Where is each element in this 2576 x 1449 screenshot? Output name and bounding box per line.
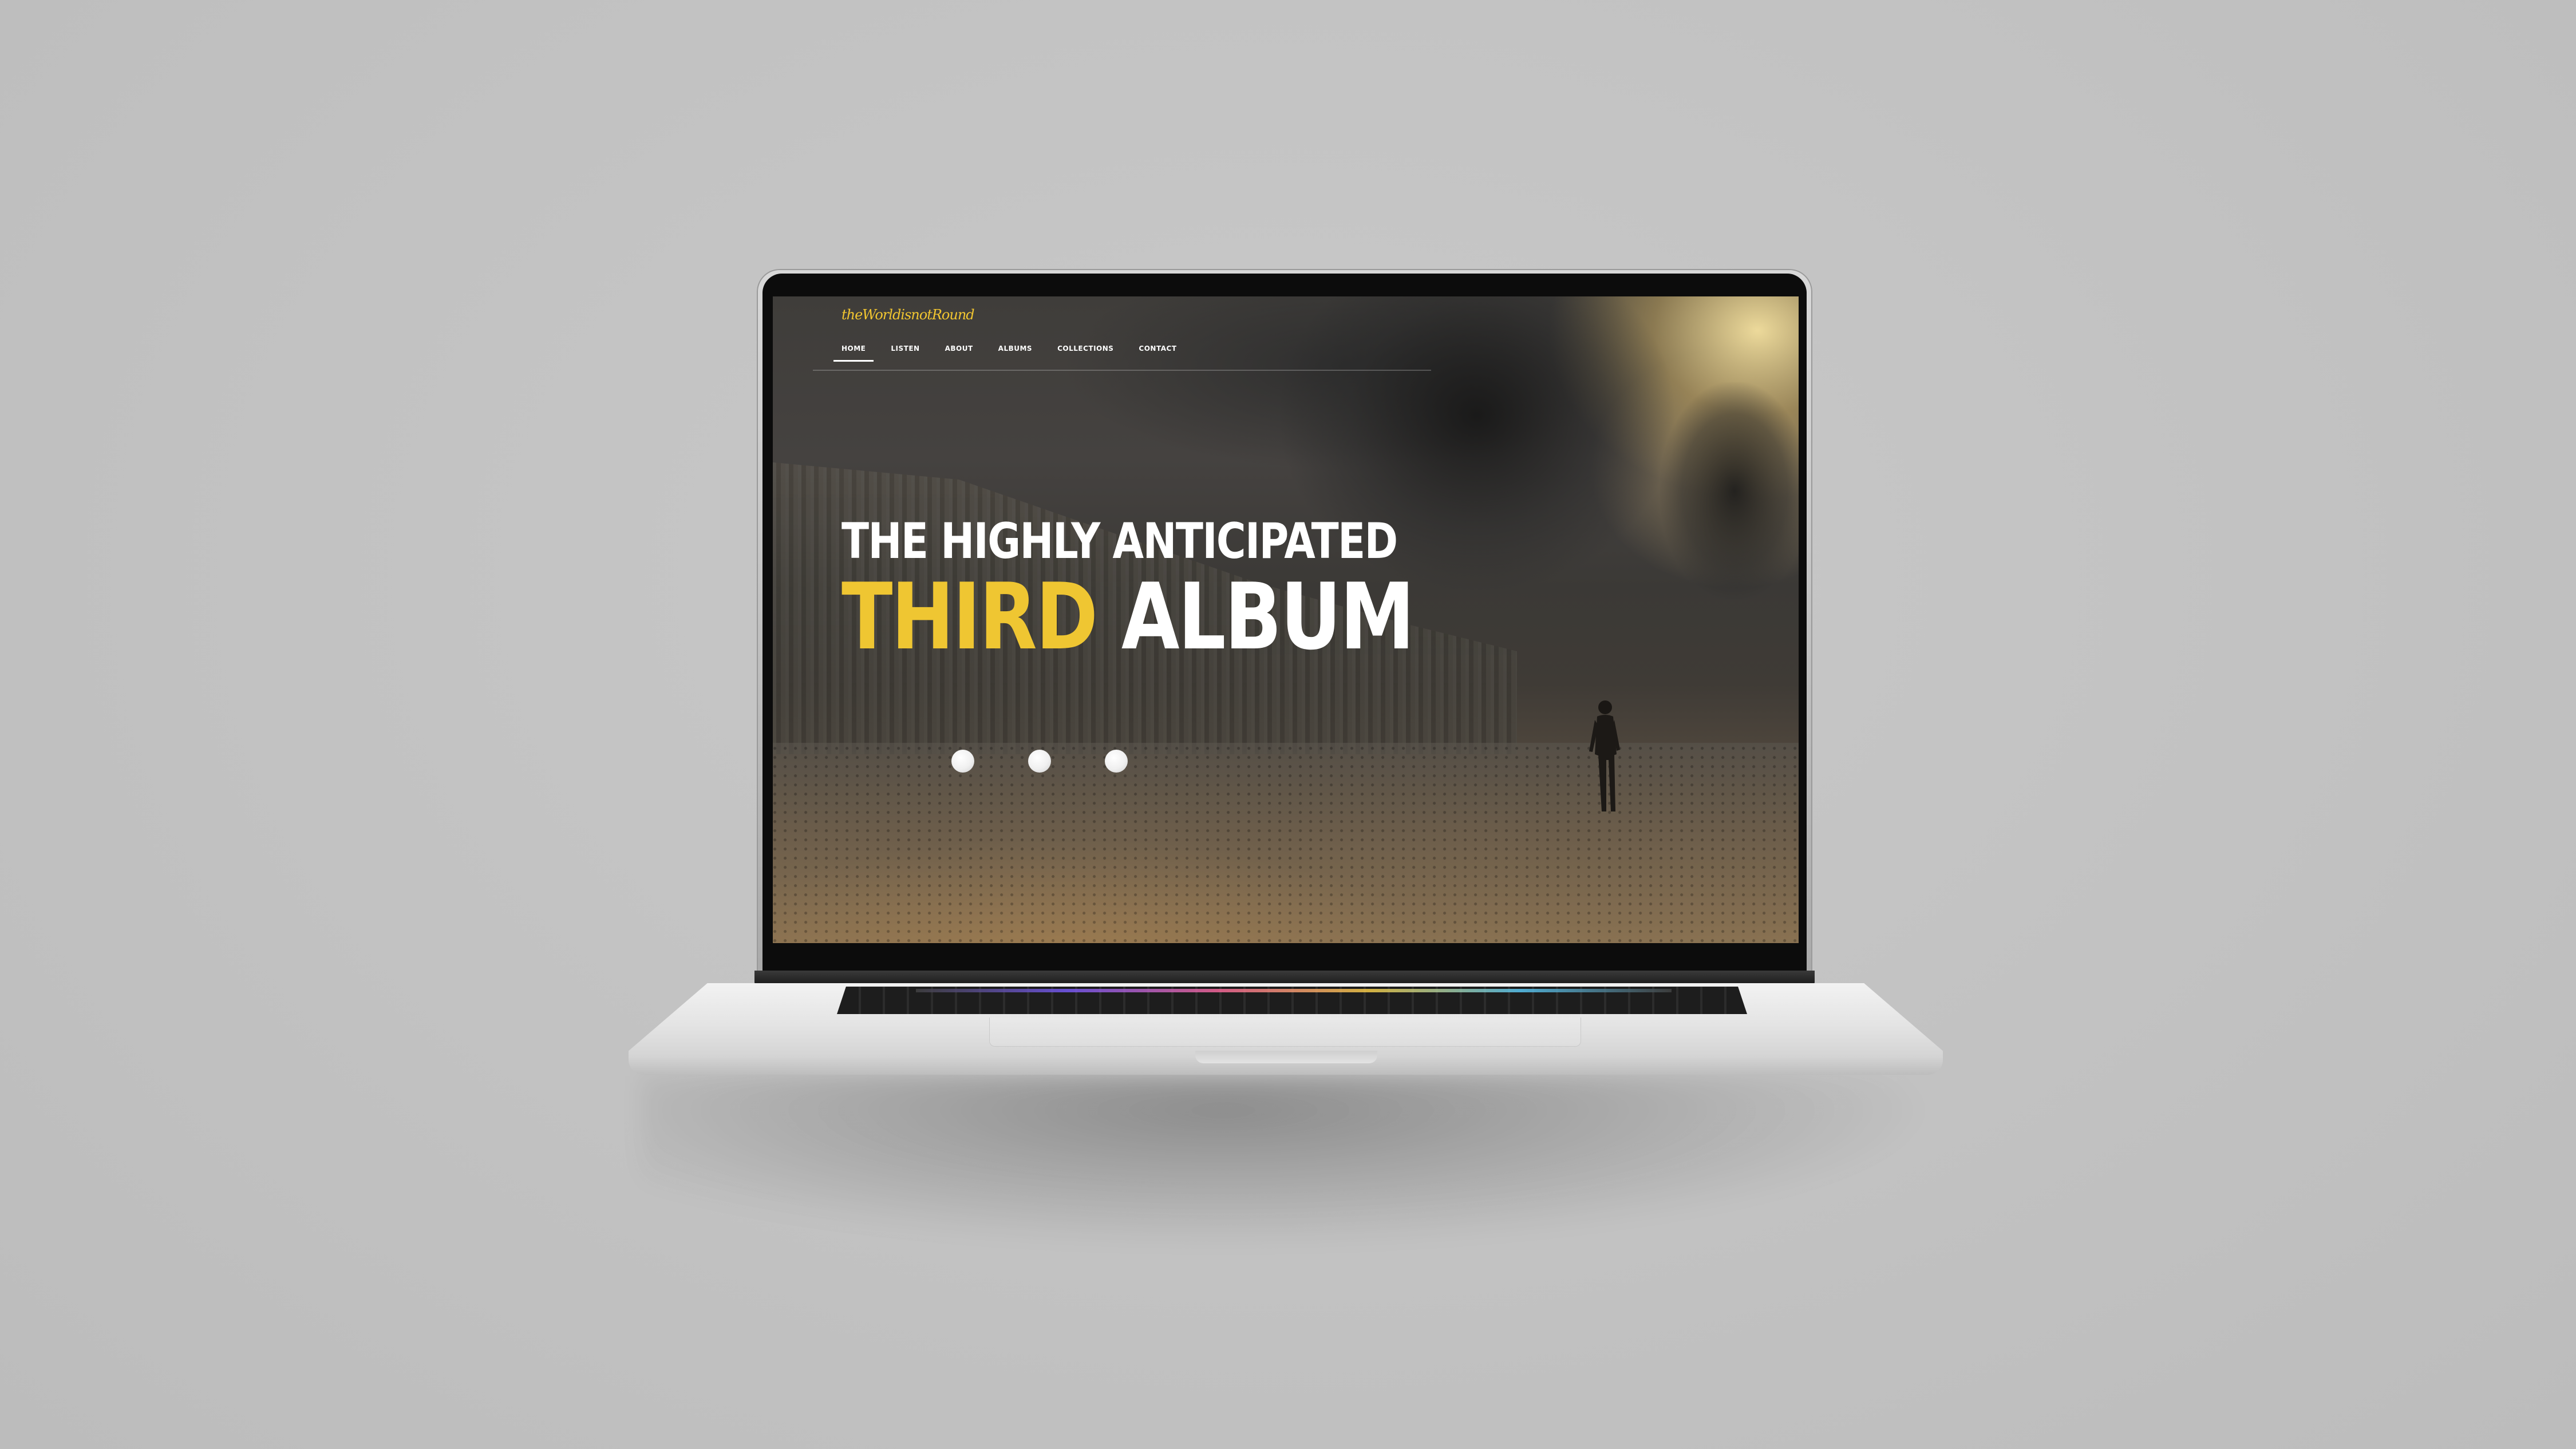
- storm-cloud: [1660, 382, 1799, 600]
- nav-divider: [813, 370, 1431, 371]
- hero-subtitle: THE HIGHLY ANTICIPATED: [841, 513, 1398, 570]
- laptop-screen: theWorldisnotRound HOME LISTEN ABOUT ALB…: [773, 296, 1799, 943]
- nav-item-listen[interactable]: LISTEN: [883, 345, 927, 362]
- nav-item-about[interactable]: ABOUT: [937, 345, 981, 362]
- nav-item-collections[interactable]: COLLECTIONS: [1049, 345, 1121, 362]
- walking-person-silhouette: [1589, 700, 1620, 811]
- carousel-dot-2[interactable]: [1028, 750, 1051, 773]
- main-nav: HOME LISTEN ABOUT ALBUMS COLLECTIONS CON…: [833, 345, 1194, 362]
- base-notch: [1195, 1051, 1377, 1063]
- nav-item-albums[interactable]: ALBUMS: [990, 345, 1040, 362]
- laptop-shadow: [641, 1076, 1935, 1248]
- hero-title-rest: ALBUM: [1121, 563, 1415, 670]
- touch-bar: [916, 989, 1672, 992]
- trackpad: [989, 1018, 1581, 1047]
- carousel-dot-3[interactable]: [1105, 750, 1128, 773]
- hero-title-accent: THIRD: [841, 563, 1098, 670]
- carousel-dot-1[interactable]: [951, 750, 974, 773]
- site-logo[interactable]: theWorldisnotRound: [841, 307, 975, 338]
- hero-title: THIRD ALBUM: [841, 563, 1415, 670]
- beach-ground: [773, 743, 1799, 943]
- nav-item-home[interactable]: HOME: [833, 341, 874, 362]
- nav-item-contact[interactable]: CONTACT: [1131, 345, 1184, 362]
